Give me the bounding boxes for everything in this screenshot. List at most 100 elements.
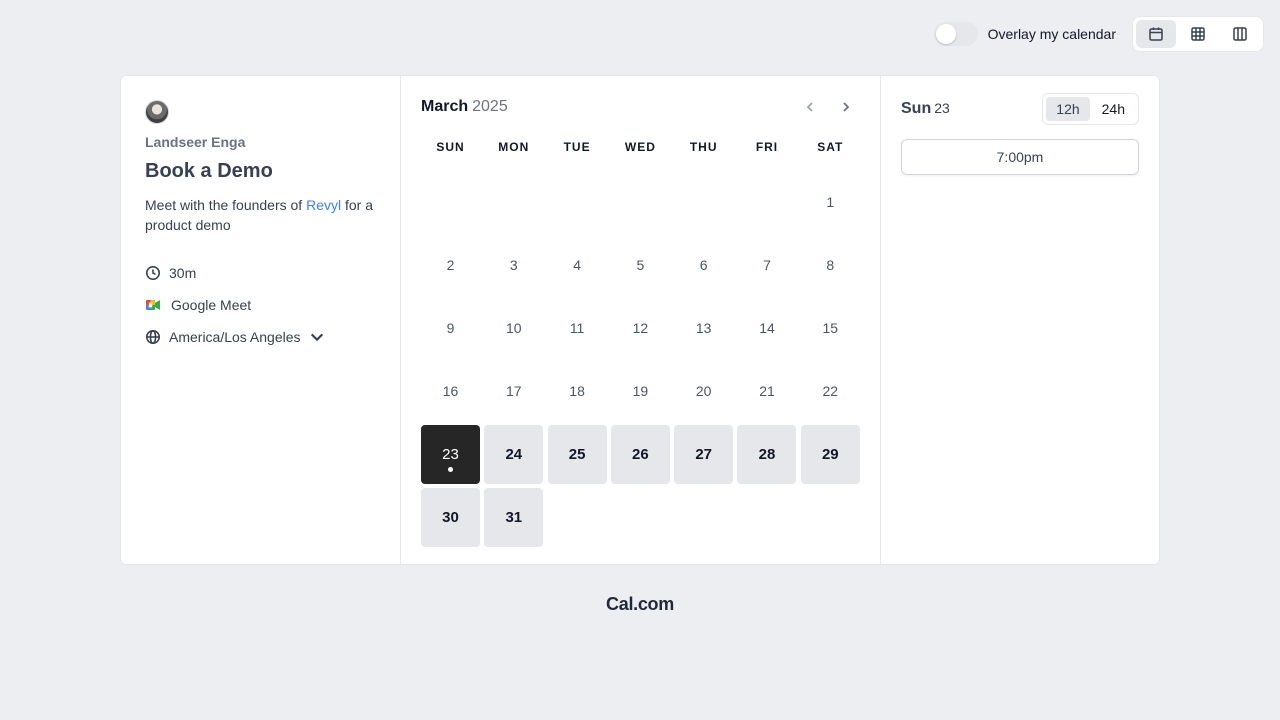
available-day-cell[interactable]: 31 xyxy=(484,488,544,548)
revyl-link[interactable]: Revyl xyxy=(306,197,341,213)
chevron-left-icon xyxy=(806,102,813,112)
day-cell: 19 xyxy=(611,362,670,421)
event-title: Book a Demo xyxy=(145,160,273,182)
day-cell: 22 xyxy=(801,362,860,421)
time-format-switch: 12h 24h xyxy=(1042,93,1139,125)
day-number: 13 xyxy=(695,320,712,337)
host-name: Landseer Enga xyxy=(145,134,246,150)
format-12h-button[interactable]: 12h xyxy=(1046,97,1090,121)
top-bar: Overlay my calendar xyxy=(933,16,1264,52)
event-info-panel: Landseer Enga Book a Demo Meet with the … xyxy=(121,76,401,564)
month-view-button[interactable] xyxy=(1136,20,1176,48)
day-cell: 8 xyxy=(801,235,860,294)
globe-icon xyxy=(146,330,160,344)
month-navigation xyxy=(802,99,854,115)
weekday-label: WED xyxy=(624,140,656,154)
available-day-cell[interactable]: 27 xyxy=(674,425,734,485)
timezone-value[interactable]: America/Los Angeles xyxy=(169,329,301,345)
today-indicator-dot xyxy=(448,467,453,473)
weekday-header: SUN MON TUE WED THU FRI SAT xyxy=(421,140,860,154)
day-number: 5 xyxy=(636,256,645,273)
weekday-label: FRI xyxy=(755,140,779,154)
next-month-button[interactable] xyxy=(838,99,854,115)
timezone-row[interactable]: America/Los Angeles xyxy=(145,329,376,345)
empty-day-cell xyxy=(421,172,480,231)
available-day-cell[interactable]: 30 xyxy=(421,488,480,548)
day-number: 1 xyxy=(826,193,835,210)
weekday-label: SAT xyxy=(817,140,844,154)
day-number: 21 xyxy=(759,383,775,400)
year-label: 2025 xyxy=(472,98,508,115)
available-day-cell[interactable]: 28 xyxy=(737,425,797,485)
format-24h-button[interactable]: 24h xyxy=(1092,97,1135,121)
empty-day-cell xyxy=(548,172,607,231)
day-number: 11 xyxy=(569,320,585,337)
day-number: 19 xyxy=(632,383,649,400)
day-cell: 21 xyxy=(737,362,796,421)
column-view-button[interactable] xyxy=(1220,20,1260,48)
day-number: 3 xyxy=(509,256,518,273)
day-number: 15 xyxy=(822,320,839,337)
overlay-calendar-toggle-group: Overlay my calendar xyxy=(933,22,1116,46)
event-description: Meet with the founders of Revyl for a pr… xyxy=(145,195,375,235)
selected-date: Sun 23 xyxy=(901,100,950,118)
location-value: Google Meet xyxy=(171,297,252,313)
duration-row: 30m xyxy=(145,265,376,281)
weekday-label: TUE xyxy=(563,140,591,154)
day-cell: 1 xyxy=(801,172,860,231)
day-number: 7 xyxy=(763,256,771,273)
day-grid: 1 2 3 4 5 6 7 8 9 10 11 12 13 14 15 16 17 18 19 20 21 22 23 24 2… xyxy=(421,172,860,548)
host-avatar xyxy=(145,100,169,124)
empty-day-cell xyxy=(484,172,543,231)
grid-icon xyxy=(1191,27,1205,41)
day-number: 27 xyxy=(695,446,713,464)
day-number: 28 xyxy=(758,446,776,464)
day-cell: 15 xyxy=(801,299,860,358)
day-number: 16 xyxy=(442,383,459,400)
calendar-header: March 2025 xyxy=(421,96,860,118)
day-cell: 6 xyxy=(674,235,733,294)
selected-day-name: Sun xyxy=(901,100,932,117)
columns-icon xyxy=(1233,27,1247,41)
day-cell: 20 xyxy=(674,362,733,421)
day-number: 23 xyxy=(442,446,459,464)
day-number: 25 xyxy=(568,446,586,464)
weekday-label: THU xyxy=(689,140,718,154)
day-cell: 13 xyxy=(674,299,733,358)
selected-day-number: 23 xyxy=(934,100,950,116)
day-cell: 10 xyxy=(484,299,543,358)
available-day-cell[interactable]: 29 xyxy=(800,425,860,485)
day-number: 18 xyxy=(569,383,585,400)
month-label: March xyxy=(421,98,469,115)
day-cell: 2 xyxy=(421,235,480,294)
day-cell: 3 xyxy=(484,235,543,294)
empty-day-cell xyxy=(674,172,733,231)
booking-card: Landseer Enga Book a Demo Meet with the … xyxy=(120,75,1160,565)
day-cell: 14 xyxy=(737,299,796,358)
available-day-cell[interactable]: 24 xyxy=(484,425,544,485)
day-number: 9 xyxy=(446,320,455,337)
available-day-cell[interactable]: 25 xyxy=(547,425,607,485)
day-number: 4 xyxy=(573,256,581,273)
toggle-knob xyxy=(935,24,956,44)
selected-day-cell[interactable]: 23 xyxy=(421,425,480,485)
slot-list: 7:00pm xyxy=(901,139,1139,175)
chevron-down-icon[interactable] xyxy=(309,329,325,345)
month-year: March 2025 xyxy=(421,98,508,116)
overlay-calendar-toggle[interactable] xyxy=(933,22,978,46)
week-view-button[interactable] xyxy=(1178,20,1218,48)
day-number: 17 xyxy=(506,383,522,400)
previous-month-button[interactable] xyxy=(802,99,818,115)
cal-com-logo: Cal.com xyxy=(606,594,674,614)
empty-day-cell xyxy=(611,172,670,231)
clock-icon xyxy=(146,266,160,280)
day-number: 31 xyxy=(505,509,523,527)
day-number: 12 xyxy=(632,320,649,337)
available-day-cell[interactable]: 26 xyxy=(610,425,670,485)
day-cell: 11 xyxy=(548,299,607,358)
weekday-label: SUN xyxy=(436,140,465,154)
day-cell: 4 xyxy=(548,235,607,294)
time-slot-button[interactable]: 7:00pm xyxy=(901,139,1139,175)
day-cell: 16 xyxy=(421,362,480,421)
day-cell: 7 xyxy=(737,235,796,294)
